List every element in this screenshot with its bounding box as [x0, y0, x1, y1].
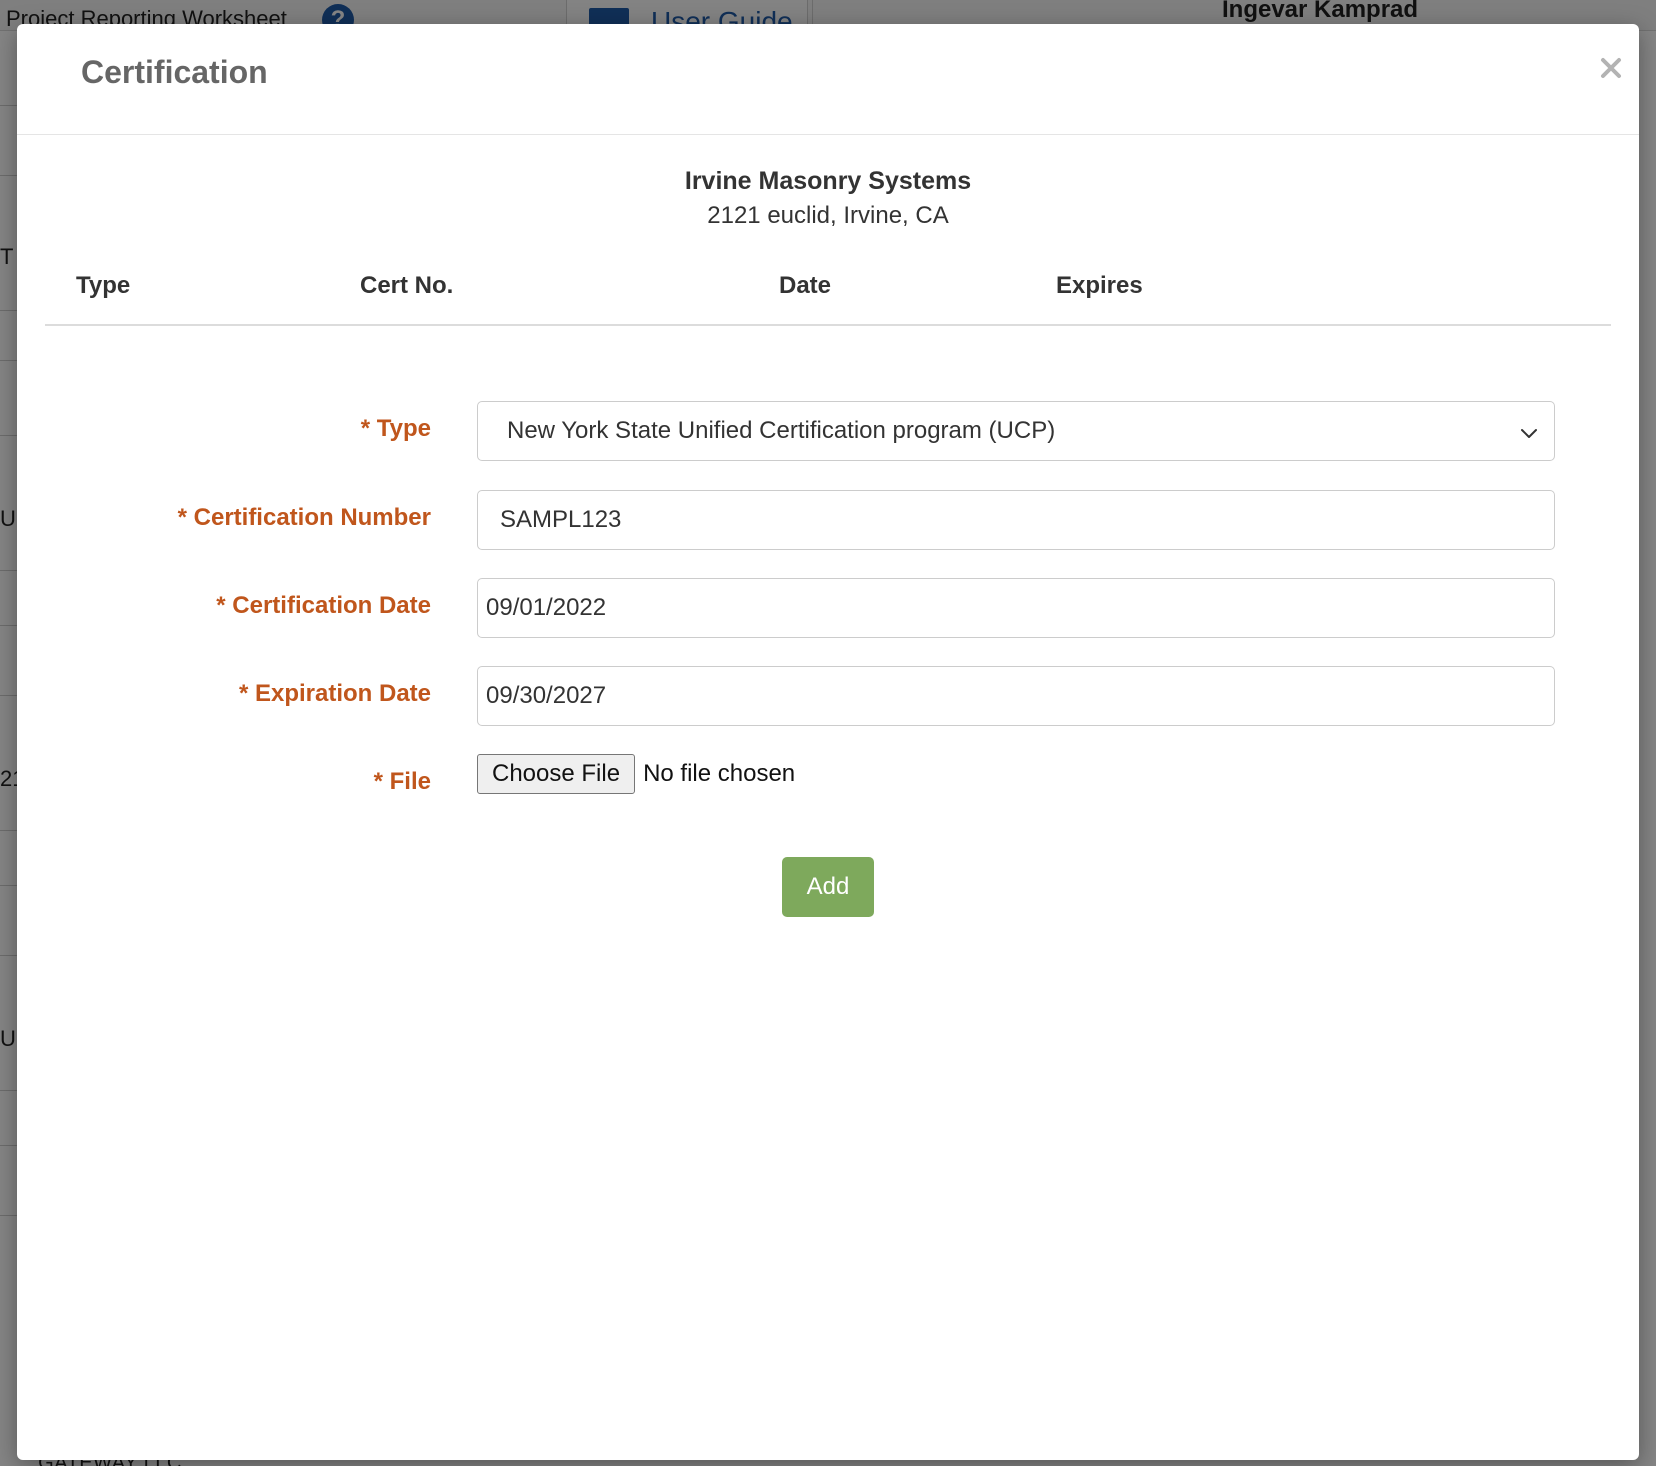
- cert-number-label: * Certification Number: [177, 504, 431, 531]
- modal-header: Certification: [17, 24, 1639, 135]
- type-select[interactable]: New York State Unified Certification pro…: [477, 401, 1555, 461]
- cert-number-input[interactable]: [477, 490, 1555, 550]
- form-row-cert-date: * Certification Date: [17, 578, 1639, 638]
- form-row-expiration-date: * Expiration Date: [17, 666, 1639, 726]
- form-row-type: * Type New York State Unified Certificat…: [17, 401, 1639, 461]
- type-select-value: New York State Unified Certification pro…: [507, 417, 1056, 444]
- form-row-cert-number: * Certification Number: [17, 490, 1639, 550]
- chevron-down-icon: [1521, 429, 1537, 438]
- table-header-date: Date: [779, 272, 832, 299]
- certification-table: Type Cert No. Date Expires: [45, 244, 1611, 326]
- table-header-type: Type: [76, 272, 131, 299]
- modal-title: Certification: [81, 54, 268, 90]
- close-icon: [1601, 58, 1621, 78]
- file-label: * File: [373, 768, 431, 795]
- choose-file-button[interactable]: Choose File: [477, 754, 636, 794]
- file-status-text: No file chosen: [643, 760, 796, 787]
- add-button[interactable]: Add: [782, 857, 874, 917]
- cert-date-label: * Certification Date: [216, 592, 431, 619]
- type-label: * Type: [360, 415, 431, 442]
- close-button[interactable]: [1593, 50, 1629, 86]
- form-row-file: * File Choose File No file chosen: [17, 754, 1639, 814]
- company-name: Irvine Masonry Systems: [684, 167, 972, 195]
- table-header-cert-no: Cert No.: [360, 272, 454, 299]
- company-info: Irvine Masonry Systems 2121 euclid, Irvi…: [17, 164, 1639, 234]
- file-input: Choose File No file chosen: [477, 754, 795, 794]
- company-address: 2121 euclid, Irvine, CA: [707, 202, 949, 229]
- expiration-date-input[interactable]: [477, 666, 1555, 726]
- expiration-date-label: * Expiration Date: [238, 680, 431, 707]
- table-header-expires: Expires: [1056, 272, 1143, 299]
- certification-modal: Certification Irvine Masonry Systems 212…: [17, 24, 1639, 1460]
- cert-date-input[interactable]: [477, 578, 1555, 638]
